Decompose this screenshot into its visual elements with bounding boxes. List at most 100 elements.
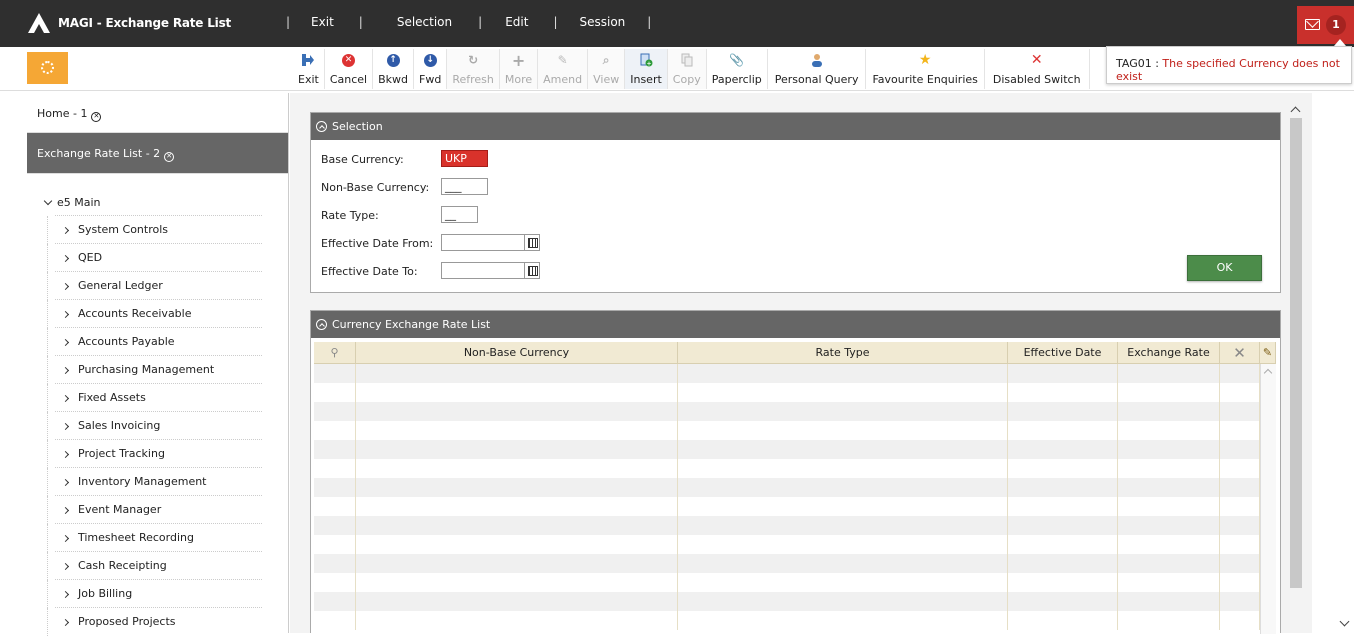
tree-item[interactable]: Sales Invoicing xyxy=(47,411,262,440)
table-row[interactable] xyxy=(314,516,1276,535)
column-effective-date[interactable]: Effective Date xyxy=(1008,342,1118,363)
table-row[interactable] xyxy=(314,592,1276,611)
tree-item[interactable]: QED xyxy=(47,243,262,272)
disabled-switch-button[interactable]: ✕ Disabled Switch xyxy=(985,49,1090,89)
mail-icon xyxy=(1305,19,1320,30)
amend-button[interactable]: ✎ Amend xyxy=(538,49,589,89)
rate-list-title: Currency Exchange Rate List xyxy=(332,318,491,331)
tree-item-label: Accounts Payable xyxy=(78,335,175,348)
insert-label: Insert xyxy=(630,73,662,86)
paperclip-button[interactable]: 📎 Paperclip xyxy=(707,49,768,89)
more-button[interactable]: + More xyxy=(499,49,539,89)
cancel-button[interactable]: ✕ Cancel xyxy=(325,49,374,89)
tree-item[interactable]: Fixed Assets xyxy=(47,383,262,412)
copy-icon xyxy=(681,53,693,67)
tree-item[interactable]: Inventory Management xyxy=(47,467,262,496)
tab-exchange-rate-list[interactable]: Exchange Rate List - 2 ✕ xyxy=(27,133,288,174)
date-from-field[interactable] xyxy=(441,234,525,251)
table-row[interactable] xyxy=(314,497,1276,516)
tab-home-label: Home - 1 xyxy=(37,107,88,120)
clear-filter-icon[interactable]: ✕ xyxy=(1220,342,1260,363)
collapse-icon[interactable] xyxy=(316,319,327,330)
table-row[interactable] xyxy=(314,421,1276,440)
tree-item[interactable]: Event Manager xyxy=(47,495,262,524)
base-currency-label: Base Currency: xyxy=(321,153,404,166)
calendar-icon[interactable] xyxy=(524,262,540,279)
table-row[interactable] xyxy=(314,573,1276,592)
rate-list-header[interactable]: Currency Exchange Rate List xyxy=(311,311,1280,338)
tree-item-label: Sales Invoicing xyxy=(78,419,161,432)
copy-button[interactable]: Copy xyxy=(667,49,707,89)
chevron-right-icon xyxy=(61,254,70,263)
table-row[interactable] xyxy=(314,554,1276,573)
calendar-icon[interactable] xyxy=(524,234,540,251)
close-icon[interactable]: ✕ xyxy=(164,152,175,162)
tree-root-e5-main[interactable]: e5 Main xyxy=(27,187,289,215)
non-base-currency-field[interactable]: ___ xyxy=(441,178,488,195)
table-row[interactable] xyxy=(314,611,1276,630)
exit-button[interactable]: Exit xyxy=(293,49,325,89)
scrollbar-thumb[interactable] xyxy=(1290,118,1302,588)
attachment-column[interactable]: ⚲ xyxy=(314,342,356,363)
column-exchange-rate[interactable]: Exchange Rate xyxy=(1118,342,1220,363)
menu-edit[interactable]: Edit xyxy=(505,15,528,29)
ok-button[interactable]: OK xyxy=(1187,255,1262,281)
chevron-right-icon xyxy=(61,422,70,431)
table-row[interactable] xyxy=(314,402,1276,421)
collapse-icon[interactable] xyxy=(316,121,327,132)
tree-item-label: Event Manager xyxy=(78,503,162,516)
tree-item[interactable]: Job Billing xyxy=(47,579,262,608)
table-row[interactable] xyxy=(314,383,1276,402)
navigation-tree: e5 Main System Controls QED General Ledg… xyxy=(27,187,289,636)
tree-item[interactable]: System Controls xyxy=(47,215,262,244)
view-button[interactable]: ⌕ View xyxy=(588,49,626,89)
chevron-up-icon[interactable] xyxy=(1290,106,1301,117)
table-row[interactable] xyxy=(314,459,1276,478)
content-scrollbar[interactable] xyxy=(1288,104,1304,633)
tree-item[interactable]: General Ledger xyxy=(47,271,262,300)
refresh-button[interactable]: ↻ Refresh xyxy=(447,49,500,89)
column-non-base-currency[interactable]: Non-Base Currency xyxy=(356,342,678,363)
chevron-right-icon xyxy=(61,282,70,291)
date-to-field[interactable] xyxy=(441,262,525,279)
tree-item-label: General Ledger xyxy=(78,279,163,292)
edit-grid-icon[interactable]: ✎ xyxy=(1260,342,1276,363)
menu-exit[interactable]: Exit xyxy=(311,15,334,29)
fwd-button[interactable]: ↓ Fwd xyxy=(414,49,448,89)
paperclip-label: Paperclip xyxy=(711,73,762,86)
star-icon: ★ xyxy=(918,52,932,68)
sidebar: Home - 1 ✕ Exchange Rate List - 2 ✕ e5 Mai… xyxy=(27,93,289,636)
table-row[interactable] xyxy=(314,364,1276,383)
home-button[interactable] xyxy=(27,52,68,84)
selection-header[interactable]: Selection xyxy=(311,113,1280,140)
tree-item[interactable]: Accounts Payable xyxy=(47,327,262,356)
column-rate-type[interactable]: Rate Type xyxy=(678,342,1008,363)
table-row[interactable] xyxy=(314,535,1276,554)
rate-type-field[interactable]: __ xyxy=(441,206,478,223)
tree-item[interactable]: Project Tracking xyxy=(47,439,262,468)
table-row[interactable] xyxy=(314,478,1276,497)
menu-selection[interactable]: Selection xyxy=(397,15,452,29)
tree-item[interactable]: Timesheet Recording xyxy=(47,523,262,552)
tree-item[interactable]: Accounts Receivable xyxy=(47,299,262,328)
rate-grid: ⚲ Non-Base Currency Rate Type Effective … xyxy=(314,342,1276,634)
chevron-down-icon[interactable] xyxy=(1339,616,1350,627)
menu-session[interactable]: Session xyxy=(579,15,625,29)
base-currency-field[interactable]: UKP xyxy=(441,150,488,167)
rate-type-label: Rate Type: xyxy=(321,209,379,222)
favourite-enquiries-button[interactable]: ★ Favourite Enquiries xyxy=(866,49,985,89)
paperclip-icon: ⚲ xyxy=(330,346,339,359)
bkwd-button[interactable]: ↑ Bkwd xyxy=(373,49,415,89)
tree-item[interactable]: Purchasing Management xyxy=(47,355,262,384)
tree-item[interactable]: Proposed Projects xyxy=(47,607,262,636)
tree-item[interactable]: Cash Receipting xyxy=(47,551,262,580)
personal-query-button[interactable]: Personal Query xyxy=(768,49,867,89)
close-icon[interactable]: ✕ xyxy=(91,112,102,122)
insert-button[interactable]: + Insert xyxy=(625,49,668,89)
plus-icon: + xyxy=(511,50,526,70)
tab-home[interactable]: Home - 1 ✕ xyxy=(27,93,288,133)
table-row[interactable] xyxy=(314,440,1276,459)
grid-scrollbar[interactable] xyxy=(1260,364,1276,634)
chevron-down-icon xyxy=(43,196,53,206)
chevron-up-icon[interactable] xyxy=(1263,368,1273,378)
